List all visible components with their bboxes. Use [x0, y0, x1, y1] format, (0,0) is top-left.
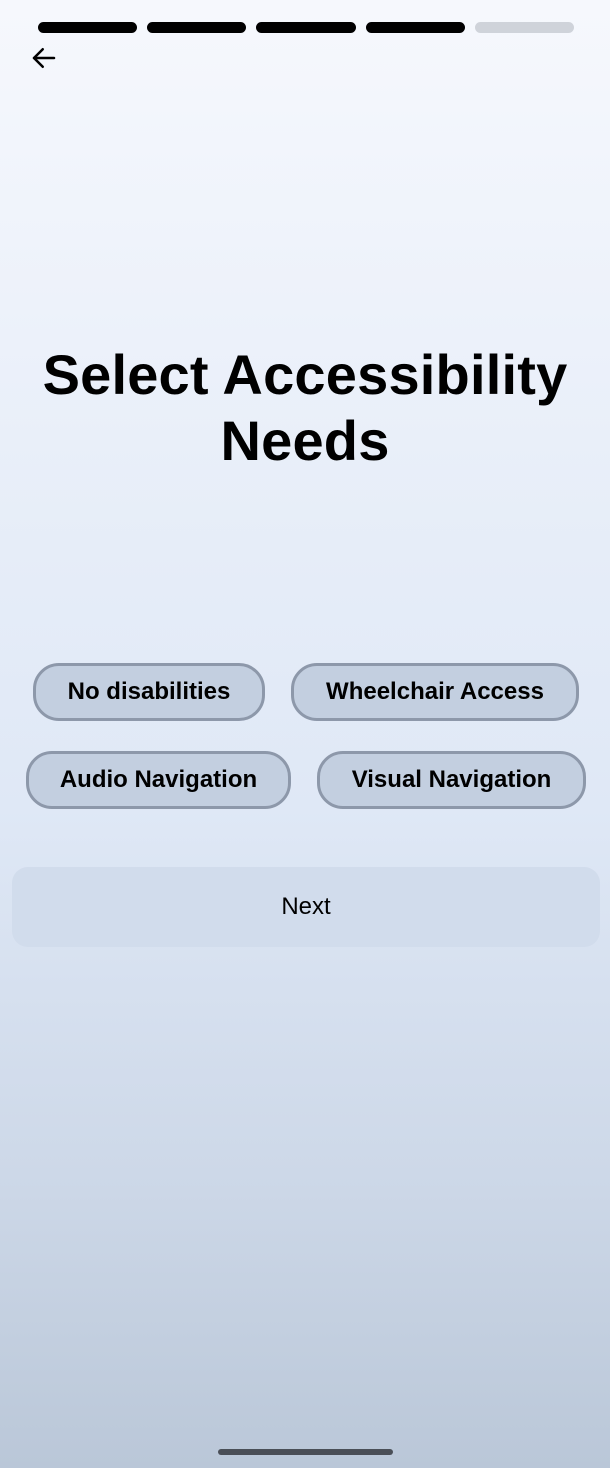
home-indicator[interactable]: [218, 1449, 393, 1455]
option-visual-navigation[interactable]: Visual Navigation: [317, 751, 586, 809]
progress-step-5: [474, 22, 575, 33]
page-title: Select Accessibility Needs: [42, 343, 568, 472]
option-wheelchair-access[interactable]: Wheelchair Access: [291, 663, 579, 721]
back-button[interactable]: [24, 40, 64, 80]
progress-step-2: [147, 22, 247, 33]
progress-step-3: [256, 22, 356, 33]
progress-indicator: [38, 22, 575, 33]
progress-step-4: [365, 22, 465, 33]
option-no-disabilities[interactable]: No disabilities: [33, 663, 265, 721]
arrow-left-icon: [29, 43, 59, 78]
progress-step-1: [38, 22, 138, 33]
next-button[interactable]: Next: [12, 867, 600, 947]
option-audio-navigation[interactable]: Audio Navigation: [26, 751, 291, 809]
